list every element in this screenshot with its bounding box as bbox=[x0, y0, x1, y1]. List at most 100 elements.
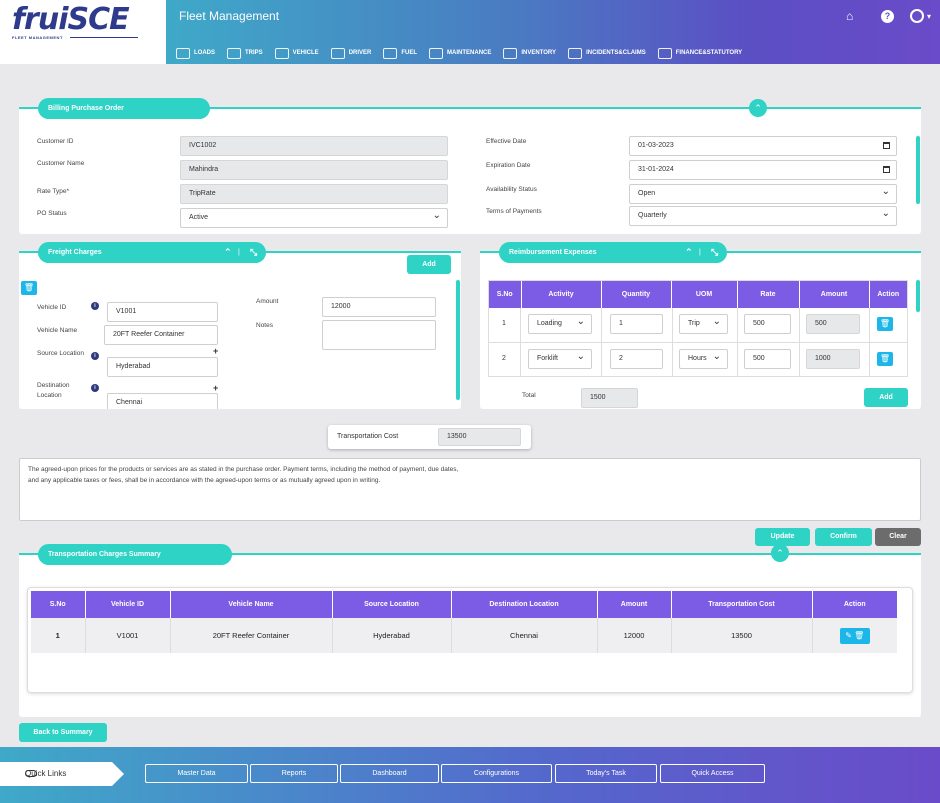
vehicle-id-input[interactable]: V1001 bbox=[107, 302, 218, 322]
nav-incidents[interactable]: INCIDENTS&CLAIMS bbox=[568, 45, 646, 61]
amount-input[interactable]: 12000 bbox=[322, 297, 436, 317]
quick-access-button[interactable]: Quick Access bbox=[660, 764, 765, 783]
customer-id-field[interactable]: IVC1002 bbox=[180, 136, 448, 156]
nav-finance[interactable]: FINANCE&STATUTORY bbox=[657, 45, 742, 61]
confirm-button[interactable]: Confirm bbox=[815, 528, 872, 546]
po-status-label: PO Status bbox=[37, 210, 67, 217]
plus-icon[interactable]: + bbox=[213, 346, 218, 356]
vehicle-name-input[interactable]: 20FT Reefer Container bbox=[104, 325, 218, 345]
vehicle-id-label: Vehicle ID bbox=[37, 304, 67, 311]
col-transport-cost: Transportation Cost bbox=[670, 591, 812, 618]
user-icon[interactable] bbox=[910, 9, 924, 23]
col-divider bbox=[520, 308, 521, 376]
col-divider bbox=[799, 308, 800, 376]
todays-task-button[interactable]: Today's Task bbox=[555, 764, 657, 783]
clear-button[interactable]: Clear bbox=[875, 528, 921, 546]
col-rate: Rate bbox=[736, 281, 799, 308]
logo[interactable]: fruiSCE bbox=[12, 2, 130, 37]
incidents-icon bbox=[568, 47, 583, 59]
notes-textarea[interactable] bbox=[322, 320, 436, 350]
destination-input[interactable]: Chennai bbox=[107, 393, 218, 409]
total-field: 1500 bbox=[581, 388, 638, 408]
row2-uom-select[interactable]: Hours bbox=[679, 348, 728, 369]
calendar-icon[interactable] bbox=[883, 166, 890, 173]
configurations-button[interactable]: Configurations bbox=[441, 764, 552, 783]
nav-loads[interactable]: LOADS bbox=[176, 45, 215, 61]
availability-select[interactable]: Open bbox=[629, 183, 897, 204]
row1-quantity-input[interactable]: 1 bbox=[610, 314, 663, 334]
rate-type-field[interactable]: TripRate bbox=[180, 184, 448, 204]
chevron-up-icon[interactable]: ⌃ bbox=[685, 242, 693, 263]
expiration-date-input[interactable]: 31-01-2024 bbox=[629, 160, 897, 180]
terms-textarea[interactable]: The agreed-upon prices for the products … bbox=[19, 458, 921, 521]
chevron-down-icon[interactable]: ▾ bbox=[927, 12, 931, 21]
row1-sno: 1 bbox=[502, 320, 506, 327]
row2-activity-select[interactable]: Forklift bbox=[528, 348, 592, 369]
row1-uom-select[interactable]: Trip bbox=[679, 313, 728, 334]
trips-icon bbox=[227, 47, 241, 59]
update-button[interactable]: Update bbox=[755, 528, 810, 546]
row2-rate-input[interactable]: 500 bbox=[744, 349, 791, 369]
logo-divider bbox=[70, 37, 138, 38]
cell-sno: 1 bbox=[55, 631, 60, 640]
collapse-icon[interactable]: ⤡ bbox=[250, 242, 257, 263]
row1-rate-input[interactable]: 500 bbox=[744, 314, 791, 334]
freight-scrollbar[interactable] bbox=[456, 280, 460, 400]
delete-icon[interactable]: 🗑 bbox=[21, 281, 37, 295]
delete-icon[interactable]: 🗑 bbox=[877, 317, 893, 331]
plus-icon[interactable]: + bbox=[213, 383, 218, 393]
nav-trips[interactable]: TRIPS bbox=[227, 45, 263, 61]
terms-select[interactable]: Quarterly bbox=[629, 205, 897, 226]
summary-title: Transportation Charges Summary bbox=[38, 544, 232, 565]
edit-icon[interactable]: ✎ bbox=[845, 631, 852, 640]
main-nav: LOADS TRIPS VEHICLE DRIVER FUEL MAINTENA… bbox=[176, 45, 742, 61]
col-activity: Activity bbox=[520, 281, 601, 308]
col-quantity: Quantity bbox=[600, 281, 671, 308]
calendar-icon[interactable] bbox=[883, 142, 890, 149]
home-icon[interactable]: ⌂ bbox=[846, 9, 853, 23]
reimb-add-clip: Add bbox=[864, 388, 908, 409]
nav-driver[interactable]: DRIVER bbox=[330, 45, 371, 61]
delete-icon[interactable]: 🗑 bbox=[854, 631, 864, 640]
row1-activity-select[interactable]: Loading bbox=[528, 313, 592, 334]
info-icon[interactable]: i bbox=[91, 302, 99, 310]
col-sno: S.No bbox=[31, 591, 85, 618]
cell-transport-cost: 13500 bbox=[670, 618, 812, 653]
collapse-billing-button[interactable]: ⌃ bbox=[749, 99, 767, 117]
row1-amount-field: 500 bbox=[806, 314, 860, 334]
help-icon[interactable]: ? bbox=[881, 10, 894, 23]
delete-icon[interactable]: 🗑 bbox=[877, 352, 893, 366]
destination-label: Destination Location bbox=[37, 382, 70, 399]
nav-inventory[interactable]: INVENTORY bbox=[503, 45, 556, 61]
info-icon[interactable]: i bbox=[91, 352, 99, 360]
reports-button[interactable]: Reports bbox=[250, 764, 338, 783]
info-icon[interactable]: i bbox=[91, 384, 99, 392]
nav-maintenance[interactable]: MAINTENANCE bbox=[429, 45, 491, 61]
source-input[interactable]: Hyderabad bbox=[107, 357, 218, 377]
rate-type-label: Rate Type* bbox=[37, 188, 70, 195]
master-data-button[interactable]: Master Data bbox=[145, 764, 248, 783]
billing-scrollbar[interactable] bbox=[916, 136, 920, 204]
total-clip: 1500 bbox=[581, 388, 638, 409]
row2-quantity-input[interactable]: 2 bbox=[610, 349, 663, 369]
table-row: 1 V1001 20FT Reefer Container Hyderabad … bbox=[31, 618, 897, 653]
po-status-select[interactable]: Active bbox=[180, 207, 448, 228]
nav-fuel[interactable]: FUEL bbox=[383, 45, 417, 61]
cell-source: Hyderabad bbox=[331, 618, 451, 653]
effective-date-input[interactable]: 01-03-2023 bbox=[629, 136, 897, 156]
back-to-summary-button[interactable]: Back to Summary bbox=[19, 723, 107, 742]
collapse-summary-button[interactable]: ⌃ bbox=[771, 544, 789, 562]
dashboard-button[interactable]: Dashboard bbox=[340, 764, 439, 783]
freight-add-button[interactable]: Add bbox=[407, 255, 451, 274]
destination-clip: Chennai bbox=[107, 393, 218, 409]
customer-name-field[interactable]: Mahindra bbox=[180, 160, 448, 180]
nav-vehicle[interactable]: VEHICLE bbox=[274, 45, 319, 61]
collapse-icon[interactable]: ⤡ bbox=[711, 242, 718, 263]
summary-table: S.No Vehicle ID Vehicle Name Source Loca… bbox=[31, 591, 897, 653]
chevron-up-icon[interactable]: ⌃ bbox=[224, 242, 232, 263]
transport-cost-label: Transportation Cost bbox=[337, 433, 399, 440]
reimbursement-scrollbar[interactable] bbox=[916, 280, 920, 312]
reimbursement-add-button[interactable]: Add bbox=[864, 388, 908, 407]
link-icon bbox=[25, 770, 37, 777]
inventory-icon bbox=[503, 47, 518, 59]
